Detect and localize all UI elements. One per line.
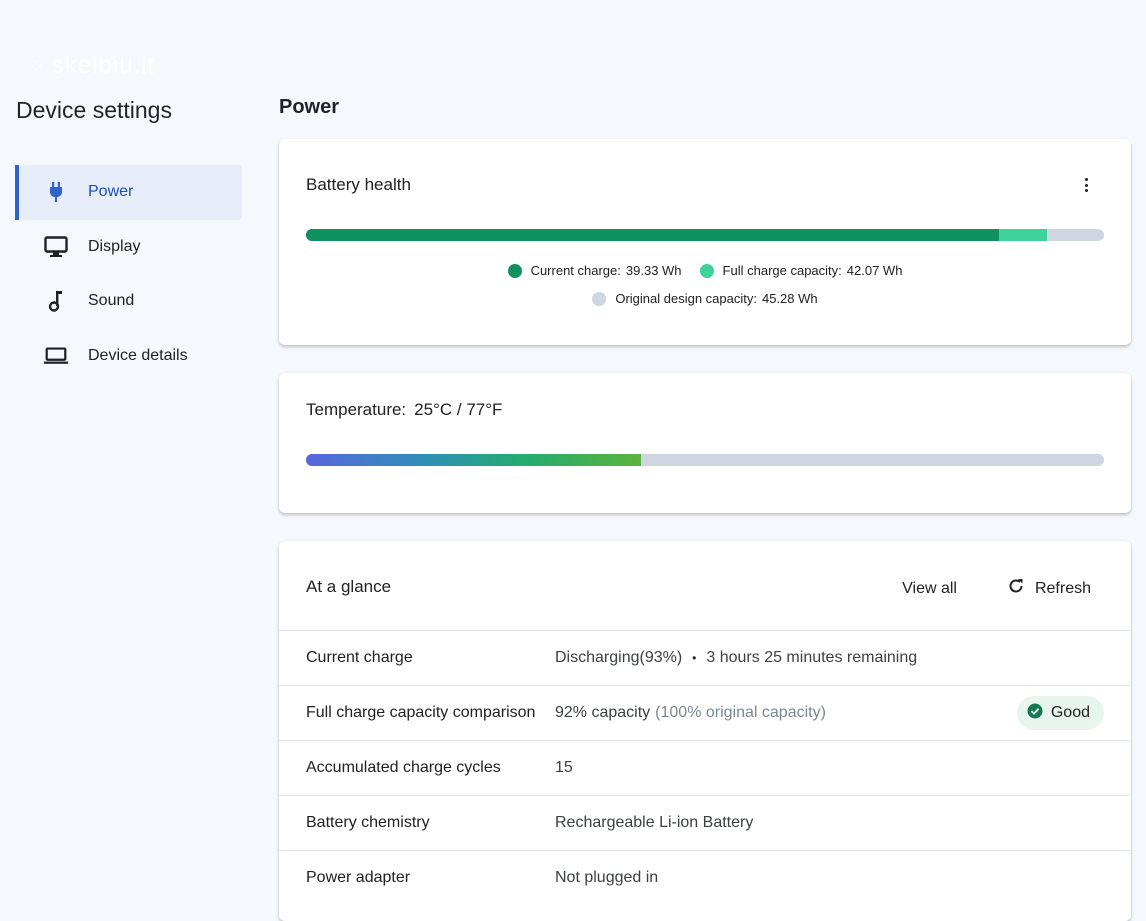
sidebar-item-label: Sound (88, 292, 135, 310)
sidebar-item-label: Device details (88, 346, 188, 364)
row-label: Current charge (306, 649, 413, 666)
temperature-fill (306, 454, 642, 466)
battery-health-card: Battery health Current charge: 39.33 Wh … (279, 139, 1131, 345)
watermark: ⁘ skelbiu.lt (28, 52, 155, 80)
row-label: Full charge capacity comparison (306, 704, 536, 721)
temperature-value: 25°C / 77°F (414, 400, 503, 419)
time-remaining: 3 hours 25 minutes remaining (706, 649, 918, 666)
sidebar-item-sound[interactable]: Sound (15, 274, 242, 329)
legend-full-charge: Full charge capacity: 42.07 Wh (699, 263, 903, 278)
table-row-charge-cycles: Accumulated charge cycles 15 (279, 740, 1131, 795)
watermark-logo-icon: ⁘ (28, 55, 46, 78)
at-a-glance-title: At a glance (306, 577, 392, 596)
row-label: Power adapter (306, 869, 411, 886)
row-value: Rechargeable Li-ion Battery (555, 814, 754, 831)
badge-label: Good (1050, 704, 1090, 721)
battery-health-title: Battery health (306, 175, 411, 194)
refresh-button[interactable]: Refresh (1007, 577, 1091, 600)
sidebar-nav: Power Display Sound Device details (15, 165, 242, 383)
at-a-glance-card: At a glance View all Refresh Current cha… (279, 541, 1131, 921)
table-row-capacity-comparison: Full charge capacity comparison 92% capa… (279, 685, 1131, 740)
legend-value: 45.28 Wh (761, 291, 818, 306)
table-row-current-charge: Current charge Discharging(93%) • 3 hour… (279, 630, 1131, 685)
table-row-battery-chemistry: Battery chemistry Rechargeable Li-ion Ba… (279, 795, 1131, 850)
row-value: 92% capacity (100% original capacity) (555, 704, 826, 722)
page-title: Power (279, 96, 340, 118)
more-options-button[interactable] (1077, 175, 1095, 195)
capacity-value: 92% capacity (555, 704, 651, 721)
sidebar-item-label: Display (88, 237, 141, 255)
glance-table: Current charge Discharging(93%) • 3 hour… (279, 630, 1131, 905)
legend-label: Current charge: (530, 263, 621, 278)
temperature-card: Temperature: 25°C / 77°F (279, 373, 1131, 513)
current-charge-segment (306, 229, 1000, 241)
status-badge: Good (1016, 696, 1104, 730)
charge-status: Discharging(93%) (555, 649, 683, 666)
refresh-label: Refresh (1034, 579, 1091, 597)
legend-label: Original design capacity: (615, 291, 757, 306)
sidebar-item-power[interactable]: Power (15, 165, 242, 220)
row-label: Accumulated charge cycles (306, 759, 501, 776)
plug-icon (43, 179, 69, 205)
monitor-icon (43, 234, 69, 260)
row-value: 15 (555, 759, 573, 776)
battery-capacity-bar (306, 229, 1104, 241)
row-value: Discharging(93%) • 3 hours 25 minutes re… (555, 649, 917, 667)
table-row-power-adapter: Power adapter Not plugged in (279, 850, 1131, 905)
sidebar-item-label: Power (88, 183, 134, 201)
separator-dot: • (692, 651, 697, 665)
temperature-title: Temperature: 25°C / 77°F (306, 400, 502, 420)
row-label: Battery chemistry (306, 814, 430, 831)
temperature-label: Temperature: (306, 400, 407, 419)
sidebar-title: Device settings (16, 97, 172, 123)
legend-dot (699, 263, 714, 278)
legend-design-capacity: Original design capacity: 45.28 Wh (592, 291, 818, 306)
legend-current-charge: Current charge: 39.33 Wh (507, 263, 682, 278)
more-vert-icon (1084, 178, 1088, 181)
temperature-bar (306, 454, 1104, 466)
laptop-icon (43, 343, 69, 369)
view-all-button[interactable]: View all (902, 580, 957, 598)
legend-dot (592, 291, 607, 306)
music-note-icon (43, 288, 69, 314)
legend-dot (507, 263, 522, 278)
glance-actions: View all Refresh (902, 577, 1091, 600)
original-capacity-note: (100% original capacity) (655, 704, 826, 721)
capacity-text: 92% capacity (100% original capacity) (555, 704, 826, 722)
legend-label: Full charge capacity: (722, 263, 842, 278)
watermark-text: skelbiu.lt (51, 52, 156, 79)
row-value: Not plugged in (555, 869, 659, 886)
battery-legend: Current charge: 39.33 Wh Full charge cap… (279, 263, 1131, 278)
legend-value: 42.07 Wh (846, 263, 903, 278)
sidebar-item-device-details[interactable]: Device details (15, 329, 242, 384)
view-all-label: View all (902, 579, 957, 597)
refresh-icon (1007, 577, 1025, 600)
legend-value: 39.33 Wh (625, 263, 682, 278)
check-circle-icon (1027, 703, 1043, 724)
sidebar-item-display[interactable]: Display (15, 220, 242, 275)
battery-legend-row2: Original design capacity: 45.28 Wh (279, 291, 1131, 306)
